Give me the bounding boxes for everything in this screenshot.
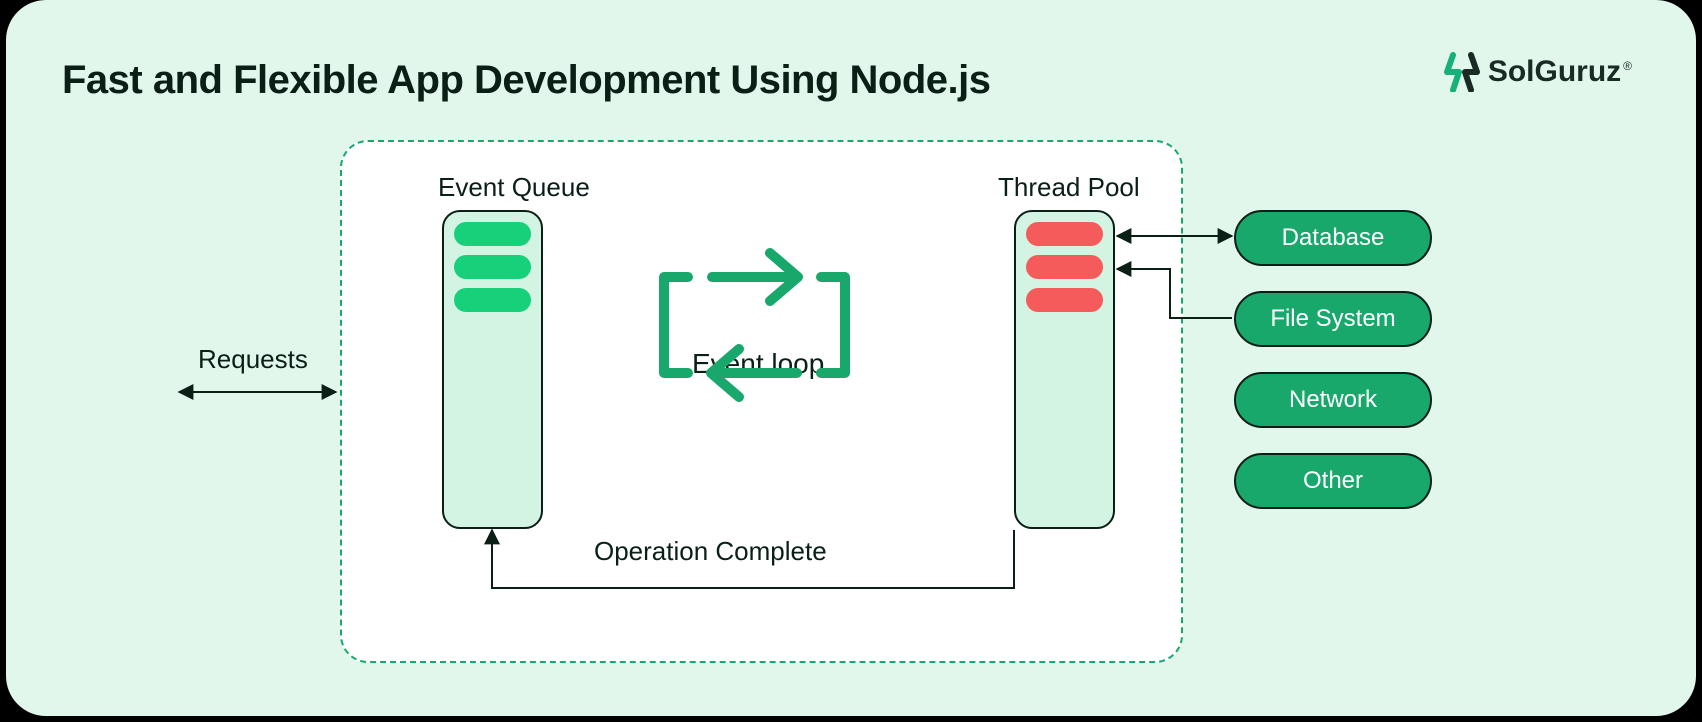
external-network: Network	[1234, 372, 1432, 428]
thread-pool-label: Thread Pool	[998, 172, 1140, 203]
thread-pool-stack	[1014, 210, 1115, 529]
requests-label: Requests	[198, 344, 308, 375]
thread-item	[1026, 222, 1103, 246]
brand-logo-icon	[1444, 52, 1480, 92]
page-title: Fast and Flexible App Development Using …	[62, 58, 991, 103]
brand-logo: SolGuruz®	[1444, 52, 1632, 92]
event-queue-stack	[442, 210, 543, 529]
diagram-canvas: Fast and Flexible App Development Using …	[6, 0, 1696, 716]
operation-complete-label: Operation Complete	[594, 536, 827, 567]
external-file-system: File System	[1234, 291, 1432, 347]
queue-item	[454, 255, 531, 279]
thread-item	[1026, 288, 1103, 312]
external-database: Database	[1234, 210, 1432, 266]
brand-logo-text: SolGuruz®	[1488, 55, 1632, 89]
queue-item	[454, 222, 531, 246]
thread-item	[1026, 255, 1103, 279]
external-other: Other	[1234, 453, 1432, 509]
event-loop-icon	[652, 225, 857, 425]
queue-item	[454, 288, 531, 312]
event-queue-label: Event Queue	[438, 172, 590, 203]
